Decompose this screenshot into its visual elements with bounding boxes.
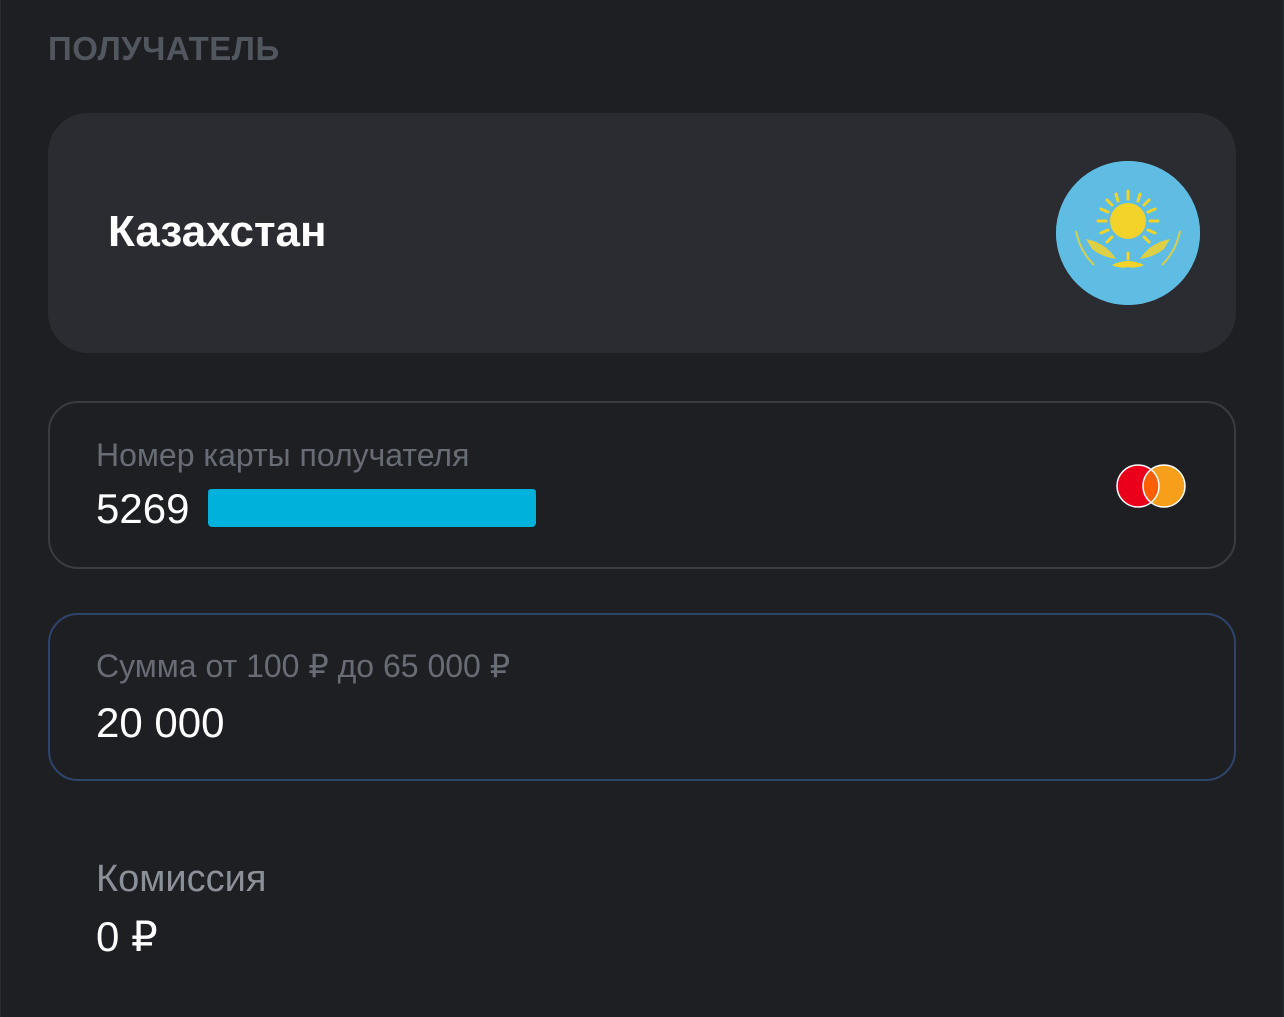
section-title: ПОЛУЧАТЕЛЬ	[48, 30, 280, 67]
left-edge-divider	[0, 0, 1, 1017]
card-number-label: Номер карты получателя	[96, 437, 470, 473]
card-number-field[interactable]: Номер карты получателя 5269	[48, 401, 1236, 569]
redaction-stroke	[208, 489, 536, 495]
amount-value[interactable]: 20 000	[96, 699, 224, 747]
amount-field[interactable]: Сумма от 100 ₽ до 65 000 ₽ 20 000	[48, 613, 1236, 781]
transfer-recipient-screen: ПОЛУЧАТЕЛЬ Казахстан Номер карты получат…	[0, 0, 1284, 1017]
country-selector[interactable]: Казахстан	[48, 113, 1236, 353]
amount-label: Сумма от 100 ₽ до 65 000 ₽	[96, 648, 511, 684]
mastercard-icon	[1116, 463, 1188, 509]
fee-label: Комиссия	[96, 858, 267, 900]
fee-value: 0 ₽	[96, 913, 158, 960]
redacted-card-digits	[208, 491, 536, 527]
card-number-value[interactable]: 5269	[96, 485, 189, 533]
country-name: Казахстан	[108, 207, 327, 256]
kazakhstan-flag-icon	[1056, 161, 1200, 305]
